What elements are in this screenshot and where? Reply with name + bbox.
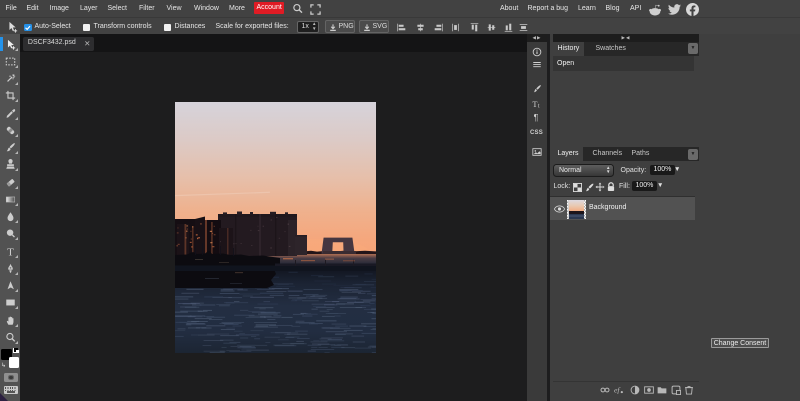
svg-text:t: t	[538, 103, 540, 109]
svg-text:ef: ef	[614, 385, 621, 394]
svg-text:T: T	[7, 246, 14, 257]
svg-text:T: T	[532, 100, 537, 109]
svg-text:¶: ¶	[534, 112, 539, 122]
